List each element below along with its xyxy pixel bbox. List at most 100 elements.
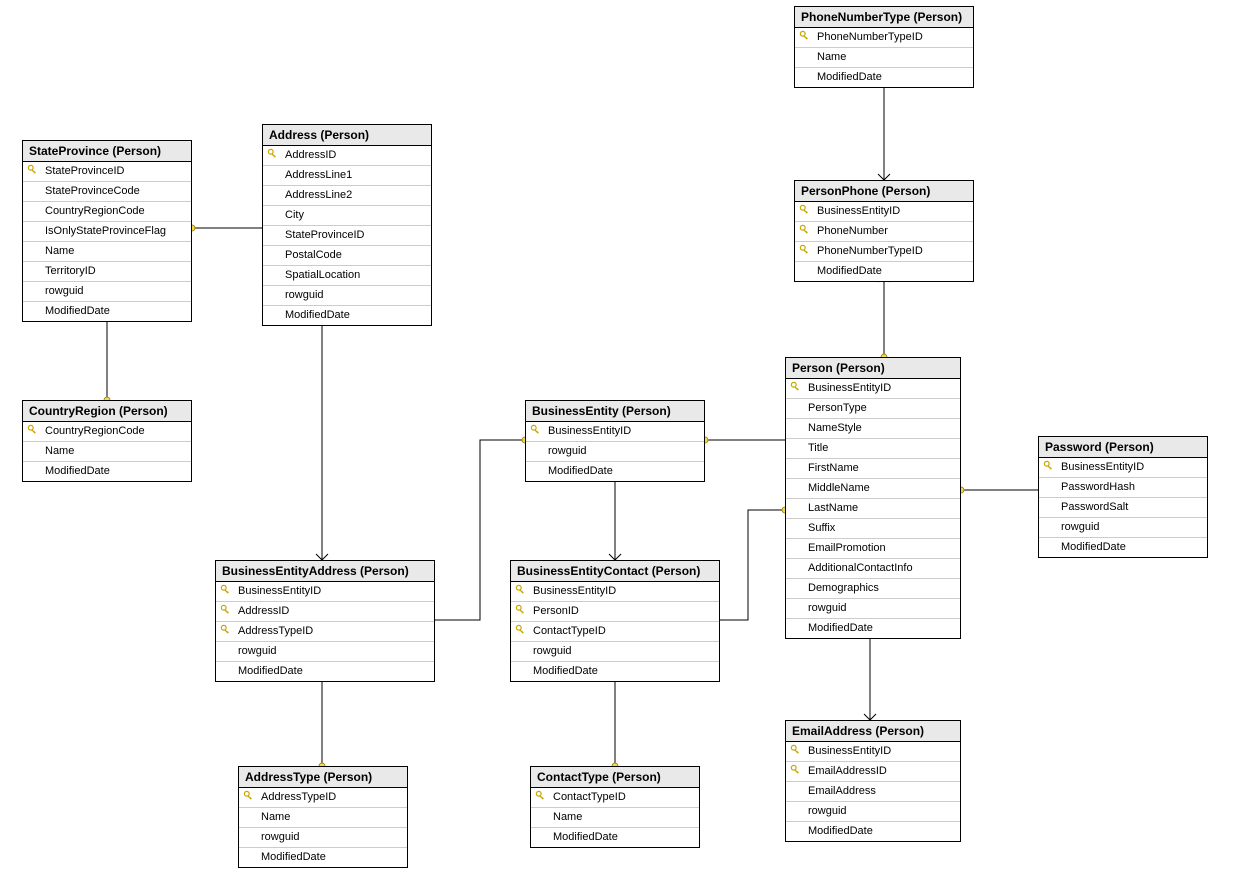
entity-Password[interactable]: Password (Person)BusinessEntityIDPasswor… <box>1038 436 1208 558</box>
column-label: BusinessEntityID <box>808 745 891 757</box>
column-EmailAddress[interactable]: EmailAddress <box>786 782 960 802</box>
column-TerritoryID[interactable]: TerritoryID <box>23 262 191 282</box>
column-label: BusinessEntityID <box>817 205 900 217</box>
column-IsOnlyStateProvinceFlag[interactable]: IsOnlyStateProvinceFlag <box>23 222 191 242</box>
column-rowguid[interactable]: rowguid <box>239 828 407 848</box>
column-BusinessEntityID[interactable]: BusinessEntityID <box>526 422 704 442</box>
column-ModifiedDate[interactable]: ModifiedDate <box>216 662 434 681</box>
column-StateProvinceID[interactable]: StateProvinceID <box>263 226 431 246</box>
column-EmailAddressID[interactable]: EmailAddressID <box>786 762 960 782</box>
column-rowguid[interactable]: rowguid <box>511 642 719 662</box>
column-CountryRegionCode[interactable]: CountryRegionCode <box>23 202 191 222</box>
entity-AddressType[interactable]: AddressType (Person)AddressTypeIDNamerow… <box>238 766 408 868</box>
entity-title: PersonPhone (Person) <box>795 181 973 202</box>
column-PhoneNumber[interactable]: PhoneNumber <box>795 222 973 242</box>
column-ModifiedDate[interactable]: ModifiedDate <box>263 306 431 325</box>
column-label: AddressID <box>285 149 336 161</box>
entity-BusinessEntityAddress[interactable]: BusinessEntityAddress (Person)BusinessEn… <box>215 560 435 682</box>
column-rowguid[interactable]: rowguid <box>23 282 191 302</box>
entity-title: ContactType (Person) <box>531 767 699 788</box>
column-AddressID[interactable]: AddressID <box>263 146 431 166</box>
column-PersonType[interactable]: PersonType <box>786 399 960 419</box>
column-BusinessEntityID[interactable]: BusinessEntityID <box>786 742 960 762</box>
entity-ContactType[interactable]: ContactType (Person)ContactTypeIDNameMod… <box>530 766 700 848</box>
primary-key-icon <box>790 381 802 393</box>
column-ContactTypeID[interactable]: ContactTypeID <box>531 788 699 808</box>
column-Demographics[interactable]: Demographics <box>786 579 960 599</box>
column-LastName[interactable]: LastName <box>786 499 960 519</box>
column-rowguid[interactable]: rowguid <box>263 286 431 306</box>
column-label: LastName <box>808 502 858 514</box>
column-BusinessEntityID[interactable]: BusinessEntityID <box>795 202 973 222</box>
column-CountryRegionCode[interactable]: CountryRegionCode <box>23 422 191 442</box>
column-rowguid[interactable]: rowguid <box>786 802 960 822</box>
column-PhoneNumberTypeID[interactable]: PhoneNumberTypeID <box>795 242 973 262</box>
entity-CountryRegion[interactable]: CountryRegion (Person)CountryRegionCodeN… <box>22 400 192 482</box>
column-Name[interactable]: Name <box>239 808 407 828</box>
primary-key-icon <box>515 604 527 616</box>
column-ModifiedDate[interactable]: ModifiedDate <box>531 828 699 847</box>
column-SpatialLocation[interactable]: SpatialLocation <box>263 266 431 286</box>
column-Suffix[interactable]: Suffix <box>786 519 960 539</box>
column-FirstName[interactable]: FirstName <box>786 459 960 479</box>
column-PhoneNumberTypeID[interactable]: PhoneNumberTypeID <box>795 28 973 48</box>
column-rowguid[interactable]: rowguid <box>526 442 704 462</box>
column-label: StateProvinceID <box>45 165 124 177</box>
entity-Person[interactable]: Person (Person)BusinessEntityIDPersonTyp… <box>785 357 961 639</box>
primary-key-icon <box>790 764 802 776</box>
entity-BusinessEntity[interactable]: BusinessEntity (Person)BusinessEntityIDr… <box>525 400 705 482</box>
column-ContactTypeID[interactable]: ContactTypeID <box>511 622 719 642</box>
column-BusinessEntityID[interactable]: BusinessEntityID <box>216 582 434 602</box>
column-PasswordSalt[interactable]: PasswordSalt <box>1039 498 1207 518</box>
column-StateProvinceID[interactable]: StateProvinceID <box>23 162 191 182</box>
column-StateProvinceCode[interactable]: StateProvinceCode <box>23 182 191 202</box>
column-NameStyle[interactable]: NameStyle <box>786 419 960 439</box>
column-label: AddressID <box>238 605 289 617</box>
column-label: ModifiedDate <box>817 71 882 83</box>
column-BusinessEntityID[interactable]: BusinessEntityID <box>511 582 719 602</box>
column-ModifiedDate[interactable]: ModifiedDate <box>786 822 960 841</box>
primary-key-icon <box>515 624 527 636</box>
column-ModifiedDate[interactable]: ModifiedDate <box>795 68 973 87</box>
column-ModifiedDate[interactable]: ModifiedDate <box>239 848 407 867</box>
column-City[interactable]: City <box>263 206 431 226</box>
column-PostalCode[interactable]: PostalCode <box>263 246 431 266</box>
column-ModifiedDate[interactable]: ModifiedDate <box>23 302 191 321</box>
column-AddressTypeID[interactable]: AddressTypeID <box>239 788 407 808</box>
column-AddressTypeID[interactable]: AddressTypeID <box>216 622 434 642</box>
column-ModifiedDate[interactable]: ModifiedDate <box>795 262 973 281</box>
column-Name[interactable]: Name <box>795 48 973 68</box>
column-ModifiedDate[interactable]: ModifiedDate <box>23 462 191 481</box>
column-BusinessEntityID[interactable]: BusinessEntityID <box>1039 458 1207 478</box>
column-AddressID[interactable]: AddressID <box>216 602 434 622</box>
entity-PersonPhone[interactable]: PersonPhone (Person) BusinessEntityID Phon… <box>794 180 974 282</box>
column-label: PhoneNumberTypeID <box>817 31 923 43</box>
column-rowguid[interactable]: rowguid <box>216 642 434 662</box>
entity-StateProvince[interactable]: StateProvince (Person)StateProvinceIDSta… <box>22 140 192 322</box>
column-MiddleName[interactable]: MiddleName <box>786 479 960 499</box>
column-Name[interactable]: Name <box>23 242 191 262</box>
column-AddressLine2[interactable]: AddressLine2 <box>263 186 431 206</box>
column-ModifiedDate[interactable]: ModifiedDate <box>526 462 704 481</box>
entity-Address[interactable]: Address (Person) AddressID AddressLine1Add… <box>262 124 432 326</box>
column-label: BusinessEntityID <box>548 425 631 437</box>
column-Title[interactable]: Title <box>786 439 960 459</box>
column-Name[interactable]: Name <box>531 808 699 828</box>
column-label: StateProvinceCode <box>45 185 140 197</box>
column-EmailPromotion[interactable]: EmailPromotion <box>786 539 960 559</box>
column-rowguid[interactable]: rowguid <box>1039 518 1207 538</box>
column-PersonID[interactable]: PersonID <box>511 602 719 622</box>
column-AddressLine1[interactable]: AddressLine1 <box>263 166 431 186</box>
column-Name[interactable]: Name <box>23 442 191 462</box>
column-rowguid[interactable]: rowguid <box>786 599 960 619</box>
entity-title: Address (Person) <box>263 125 431 146</box>
column-ModifiedDate[interactable]: ModifiedDate <box>786 619 960 638</box>
entity-BusinessEntityContact[interactable]: BusinessEntityContact (Person)BusinessEn… <box>510 560 720 682</box>
column-BusinessEntityID[interactable]: BusinessEntityID <box>786 379 960 399</box>
entity-PhoneNumberType[interactable]: PhoneNumberType (Person)PhoneNumberTypeI… <box>794 6 974 88</box>
column-AdditionalContactInfo[interactable]: AdditionalContactInfo <box>786 559 960 579</box>
column-ModifiedDate[interactable]: ModifiedDate <box>511 662 719 681</box>
entity-EmailAddress[interactable]: EmailAddress (Person)BusinessEntityIDEma… <box>785 720 961 842</box>
column-PasswordHash[interactable]: PasswordHash <box>1039 478 1207 498</box>
column-ModifiedDate[interactable]: ModifiedDate <box>1039 538 1207 557</box>
